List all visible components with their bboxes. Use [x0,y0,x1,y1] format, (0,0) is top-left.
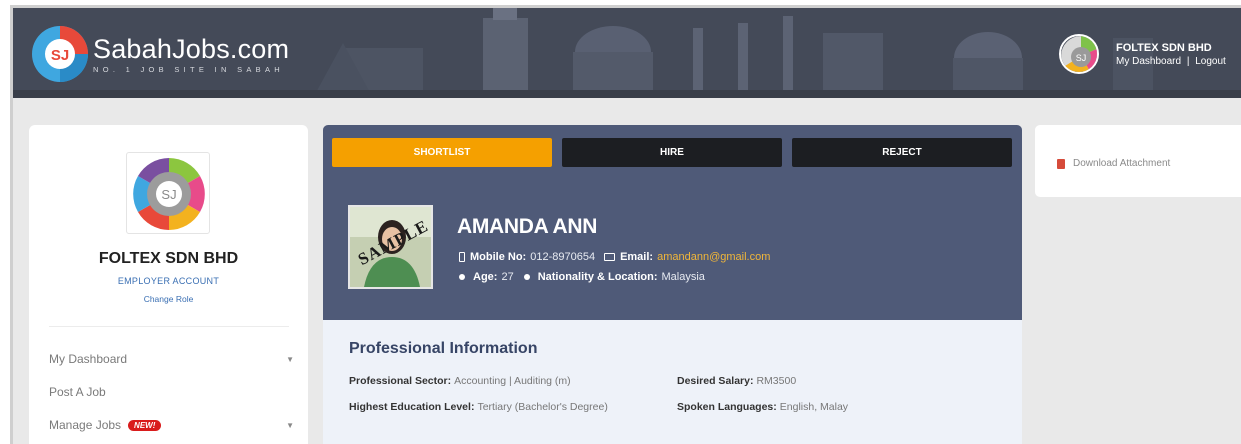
salary-label: Desired Salary: [677,375,754,387]
spoken-languages-field: Spoken Languages: English, Malay [677,401,848,413]
mobile-value: 012-8970654 [530,251,596,263]
languages-value: English, Malay [779,401,849,413]
logo-icon: SJ [31,25,89,83]
pdf-file-icon [1057,158,1065,169]
nationality-value: Malaysia [661,271,705,283]
sidebar-item-label: Post A Job [49,385,106,399]
link-separator: | [1186,55,1190,67]
chevron-down-icon: ▼ [286,420,294,430]
logo-tagline: NO. 1 JOB SITE IN SABAH [93,65,285,74]
sidebar-divider [49,326,289,327]
email-label: Email: [620,251,654,263]
candidate-photo: SAMPLE [348,205,433,289]
company-logo: SJ [126,152,210,234]
chevron-down-icon: ▼ [286,354,294,364]
site-header: SJ SabahJobs.com NO. 1 JOB SITE IN SABAH… [13,8,1241,98]
email-link[interactable]: amandann@gmail.com [657,251,770,263]
mobile-label: Mobile No: [470,251,527,263]
sidebar-card: SJ FOLTEX SDN BHD EMPLOYER ACCOUNT Chang… [29,125,308,444]
svg-text:SJ: SJ [51,47,69,64]
logo-title: SabahJobs.com [93,34,290,64]
sector-label: Professional Sector: [349,375,452,387]
page-frame: SJ SabahJobs.com NO. 1 JOB SITE IN SABAH… [10,5,1241,444]
user-name: FOLTEX SDN BHD [1116,41,1212,54]
reject-button[interactable]: REJECT [792,138,1012,167]
sidebar-item-label: Manage Jobs [49,418,122,432]
sidebar-item-label: My Dashboard [49,352,128,366]
education-value: Tertiary (Bachelor's Degree) [477,401,608,413]
avatar[interactable]: SJ [1059,34,1099,74]
site-logo[interactable]: SJ SabahJobs.com NO. 1 JOB SITE IN SABAH [31,22,311,86]
attachment-card: Download Attachment [1035,125,1241,197]
svg-text:SJ: SJ [161,187,176,202]
sidebar-item-post-a-job[interactable]: Post A Job [49,385,294,399]
download-attachment-label: Download Attachment [1073,158,1171,169]
professional-sector-field: Professional Sector: Accounting | Auditin… [349,375,571,387]
svg-text:SJ: SJ [1076,53,1087,63]
new-badge: NEW! [128,419,162,431]
company-name: FOLTEX SDN BHD [98,250,239,267]
sector-value: Accounting | Auditing (m) [454,375,571,387]
nationality-label: Nationality & Location: [537,271,658,283]
my-dashboard-link[interactable]: My Dashboard [1116,56,1181,67]
change-role-link[interactable]: Change Role [29,294,308,304]
candidate-profile-card: SHORTLIST HIRE REJECT SAMPLE AMANDA ANN … [323,125,1022,444]
candidate-header: SHORTLIST HIRE REJECT SAMPLE AMANDA ANN … [323,125,1022,320]
languages-label: Spoken Languages: [677,401,777,413]
salary-value: RM3500 [756,375,797,387]
user-menu: SJ FOLTEX SDN BHD My Dashboard | Logout [1059,34,1226,74]
account-type-label: EMPLOYER ACCOUNT [117,276,220,286]
hire-button[interactable]: HIRE [562,138,782,167]
shortlist-button[interactable]: SHORTLIST [332,138,552,167]
mobile-phone-icon [459,252,465,262]
download-attachment-link[interactable]: Download Attachment [1057,158,1170,169]
education-label: Highest Education Level: [349,401,475,413]
age-value: 27 [501,271,514,283]
desired-salary-field: Desired Salary: RM3500 [677,375,796,387]
candidate-name: AMANDA ANN [457,215,598,238]
bullet-icon [459,274,465,280]
logout-link[interactable]: Logout [1195,56,1226,67]
candidate-contact-line: Mobile No: 012-8970654 Email: amandann@g… [459,251,770,263]
candidate-details-line: Age: 27 Nationality & Location: Malaysia [459,271,705,283]
envelope-icon [604,253,616,261]
professional-info-heading: Professional Information [349,340,538,357]
education-level-field: Highest Education Level: Tertiary (Bachel… [349,401,608,413]
sidebar-item-my-dashboard[interactable]: My Dashboard ▼ [49,352,294,366]
sidebar-item-manage-jobs[interactable]: Manage Jobs NEW! ▼ [49,418,294,432]
bullet-icon [523,274,530,280]
age-label: Age: [473,271,498,283]
